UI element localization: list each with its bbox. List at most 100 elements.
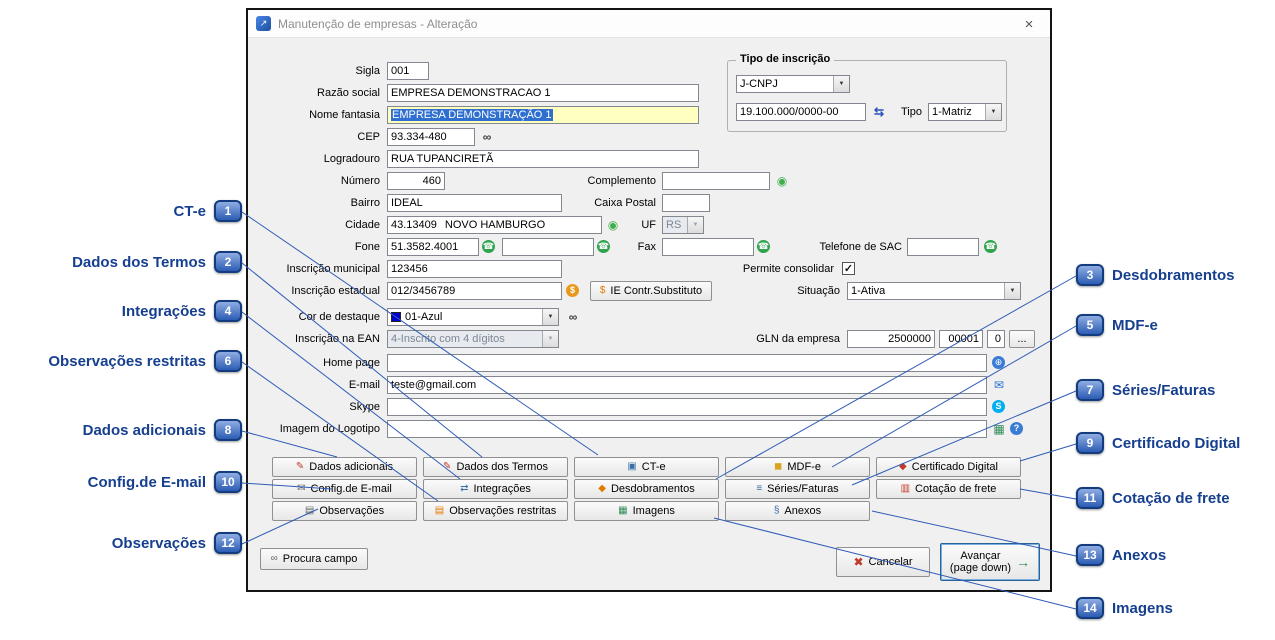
tipo-documento-value: J-CNPJ: [740, 78, 778, 90]
razao-social-field[interactable]: EMPRESA DEMONSTRACAO 1: [387, 84, 699, 102]
observacoes-button[interactable]: ▤Observações: [272, 501, 417, 521]
series-faturas-button[interactable]: ≡Séries/Faturas: [725, 479, 870, 499]
chevron-down-icon: ▼: [687, 217, 703, 233]
razao-social-value: EMPRESA DEMONSTRACAO 1: [391, 87, 551, 99]
gln-field-3[interactable]: 0: [987, 330, 1005, 348]
forward-arrow-icon: →: [1016, 555, 1030, 569]
fone-field-2[interactable]: [502, 238, 594, 256]
inscricao-municipal-field[interactable]: 123456: [387, 260, 562, 278]
home-page-field[interactable]: [387, 354, 987, 372]
package-icon: ◼: [774, 462, 782, 472]
callout-label: Certificado Digital: [1112, 435, 1240, 452]
callout-label: Dados dos Termos: [72, 254, 206, 271]
ct-e-button[interactable]: ▣CT-e: [574, 457, 719, 477]
callout-certificado-digital: 9 Certificado Digital: [1076, 432, 1240, 454]
tipo-matriz-select[interactable]: 1-Matriz ▼: [928, 103, 1002, 121]
tipo-matriz-value: 1-Matriz: [932, 106, 972, 118]
imagem-logotipo-field[interactable]: [387, 420, 987, 438]
color-swatch: [391, 312, 401, 322]
chevron-down-icon: ▼: [833, 76, 849, 92]
avancar-button[interactable]: Avançar (page down) →: [940, 543, 1040, 581]
gln-field-2[interactable]: 00001: [939, 330, 983, 348]
nome-fantasia-value: EMPRESA DEMONSTRAÇÃO 1: [391, 109, 553, 121]
edit-icon: ✎: [296, 462, 304, 472]
edit-icon: ✎: [443, 462, 451, 472]
logradouro-field[interactable]: RUA TUPANCIRETÃ: [387, 150, 699, 168]
situacao-select[interactable]: 1-Ativa ▼: [847, 282, 1021, 300]
telefone-sac-field[interactable]: [907, 238, 979, 256]
dados-adicionais-button[interactable]: ✎ Dados adicionais: [272, 457, 417, 477]
certificado-digital-button[interactable]: ◆Certificado Digital: [876, 457, 1021, 477]
callout-badge: 10: [214, 471, 242, 493]
mdf-e-button[interactable]: ◼MDF-e: [725, 457, 870, 477]
skype-field[interactable]: [387, 398, 987, 416]
cnpj-field[interactable]: 19.100.000/0000-00: [736, 103, 866, 121]
cor-destaque-select[interactable]: 01-Azul ▼: [387, 308, 559, 326]
help-icon[interactable]: ?: [1010, 422, 1023, 435]
gln-value-2: 00001: [948, 333, 979, 345]
close-icon[interactable]: ×: [1008, 10, 1050, 38]
phone-icon[interactable]: ☎: [757, 240, 770, 253]
dados-dos-termos-button[interactable]: ✎Dados dos Termos: [423, 457, 568, 477]
globe-icon[interactable]: ⊕: [992, 356, 1005, 369]
phone-icon[interactable]: ☎: [482, 240, 495, 253]
callout-label: Observações: [112, 535, 206, 552]
observacoes-restritas-button[interactable]: ▤Observações restritas: [423, 501, 568, 521]
cancel-x-icon: ✖: [853, 556, 863, 568]
nome-fantasia-label: Nome fantasia: [248, 106, 380, 124]
callout-label: Config.de E-mail: [88, 474, 206, 491]
complemento-field[interactable]: [662, 172, 770, 190]
fone-field-1[interactable]: 51.3582.4001: [387, 238, 479, 256]
image-icon[interactable]: ▦: [992, 422, 1006, 436]
cancelar-button[interactable]: ✖ Cancelar: [836, 547, 930, 577]
freight-icon: ▥: [901, 484, 910, 494]
button-label: Dados adicionais: [309, 461, 393, 473]
envelope-icon: ✉: [297, 484, 305, 494]
callout-label: Anexos: [1112, 547, 1166, 564]
button-label: Cotação de frete: [915, 483, 996, 495]
binoculars-icon[interactable]: ∞: [480, 130, 494, 144]
callout-dados-dos-termos: Dados dos Termos 2: [72, 251, 242, 273]
locked-note-icon: ▤: [435, 506, 444, 516]
cotacao-de-frete-button[interactable]: ▥ Cotação de frete: [876, 479, 1021, 499]
inscricao-estadual-field[interactable]: 012/3456789: [387, 282, 562, 300]
fax-field[interactable]: [662, 238, 754, 256]
preview-glasses-icon[interactable]: ∞: [566, 310, 580, 324]
map-pin-icon[interactable]: ◉: [775, 174, 789, 188]
nome-fantasia-field[interactable]: EMPRESA DEMONSTRAÇÃO 1: [387, 106, 699, 124]
gln-more-button[interactable]: ...: [1009, 330, 1035, 348]
imagens-button[interactable]: ▦Imagens: [574, 501, 719, 521]
numero-field[interactable]: 460: [387, 172, 445, 190]
phone-icon[interactable]: ☎: [984, 240, 997, 253]
caixa-postal-field[interactable]: [662, 194, 710, 212]
callout-label: CT-e: [173, 203, 206, 220]
integracoes-button[interactable]: ⇄Integrações: [423, 479, 568, 499]
desdobramentos-button[interactable]: ◆Desdobramentos: [574, 479, 719, 499]
config-de-email-button[interactable]: ✉Config.de E-mail: [272, 479, 417, 499]
email-field[interactable]: teste@gmail.com: [387, 376, 987, 394]
callout-badge: 11: [1076, 487, 1104, 509]
gln-field-1[interactable]: 2500000: [847, 330, 935, 348]
numero-value: 460: [423, 175, 441, 187]
callout-badge: 1: [214, 200, 242, 222]
situacao-value: 1-Ativa: [851, 285, 885, 297]
permite-consolidar-checkbox[interactable]: ✓: [842, 262, 855, 275]
callout-dados-adicionais: Dados adicionais 8: [83, 419, 242, 441]
money-icon[interactable]: $: [566, 284, 579, 297]
callout-badge: 13: [1076, 544, 1104, 566]
cor-destaque-label: Cor de destaque: [248, 308, 380, 326]
picture-icon: ▦: [618, 506, 627, 516]
ie-contr-substituto-button[interactable]: $ IE Contr.Substituto: [590, 281, 712, 301]
mail-icon[interactable]: ✉: [992, 378, 1006, 392]
callout-integracoes: Integrações 4: [122, 300, 242, 322]
cidade-field[interactable]: 43.13409 NOVO HAMBURGO: [387, 216, 602, 234]
skype-icon[interactable]: S: [992, 400, 1005, 413]
tipo-documento-select[interactable]: J-CNPJ ▼: [736, 75, 850, 93]
anexos-button[interactable]: §Anexos: [725, 501, 870, 521]
paperclip-icon: §: [774, 506, 780, 516]
cep-field[interactable]: 93.334-480: [387, 128, 475, 146]
cep-value: 93.334-480: [391, 131, 447, 143]
procura-campo-button[interactable]: ∞ Procura campo: [260, 548, 368, 570]
sigla-field[interactable]: 001: [387, 62, 429, 80]
callout-badge: 9: [1076, 432, 1104, 454]
